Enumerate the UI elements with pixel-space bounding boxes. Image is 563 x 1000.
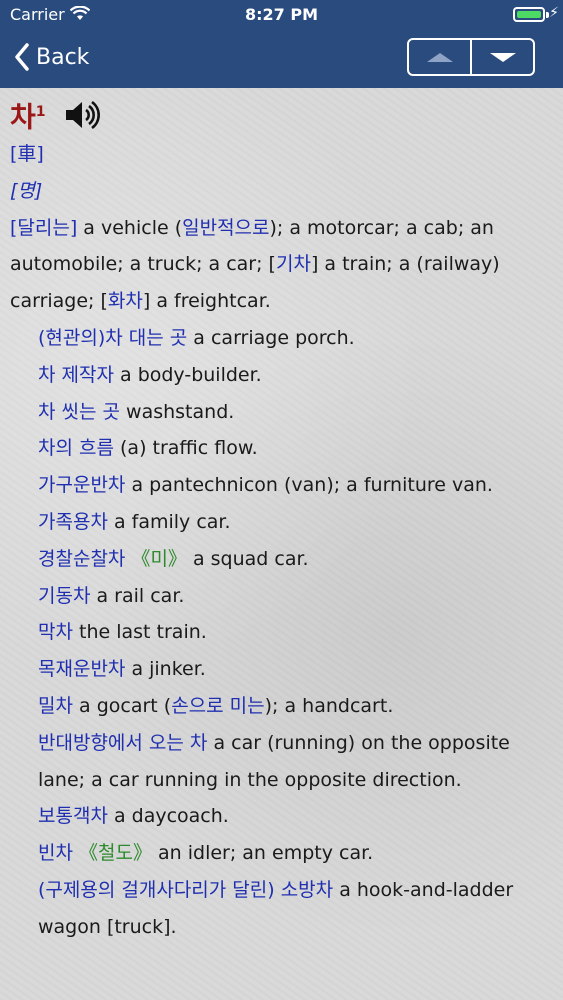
top-bar: Carrier 8:27 PM ⚡ Back <box>0 0 563 88</box>
example-item: (구제용의 걸개사다리가 달린) 소방차 a hook-and-ladder w… <box>0 872 563 946</box>
example-item: 목재운반차 a jinker. <box>0 651 563 688</box>
example-item: 가구운반차 a pantechnicon (van); a furniture … <box>0 467 563 504</box>
example-korean[interactable]: 보통객차 <box>38 805 108 827</box>
example-item: 밀차 a gocart (손으로 미는); a handcart. <box>0 688 563 725</box>
headword-row: 차1 <box>0 94 563 136</box>
definition-link[interactable]: [달리는] <box>10 217 77 239</box>
example-english: a pantechnicon (van); a furniture van. <box>125 474 493 497</box>
back-button[interactable]: Back <box>14 40 89 74</box>
example-english: an idler; an empty car. <box>151 842 374 865</box>
example-item: 기동차 a rail car. <box>0 578 563 615</box>
entry-navigation <box>407 38 535 76</box>
speaker-icon[interactable] <box>64 100 100 130</box>
usage-tag: 《미》 <box>125 547 187 570</box>
example-item: 차 제작자 a body-builder. <box>0 357 563 394</box>
app: Carrier 8:27 PM ⚡ Back 차1 [車] [명] [달리는] … <box>0 0 563 1000</box>
example-korean[interactable]: 차 씻는 곳 <box>38 401 120 423</box>
part-of-speech: [명] <box>10 179 43 202</box>
definition: [달리는] a vehicle (일반적으로); a motorcar; a c… <box>10 216 500 313</box>
hanja[interactable]: [車] <box>0 136 563 173</box>
example-item: 가족용차 a family car. <box>0 504 563 541</box>
example-list: (현관의)차 대는 곳 a carriage porch. 차 제작자 a bo… <box>0 320 563 946</box>
example-english: a rail car. <box>90 584 185 607</box>
example-korean[interactable]: 반대방향에서 오는 차 <box>38 732 207 754</box>
example-korean[interactable]: 차의 흐름 <box>38 437 114 459</box>
example-item: 보통객차 a daycoach. <box>0 798 563 835</box>
previous-entry-button[interactable] <box>409 40 470 74</box>
example-item: 막차 the last train. <box>0 614 563 651</box>
definition-link[interactable]: 기차 <box>276 253 311 275</box>
example-korean[interactable]: 빈차 <box>38 842 73 864</box>
example-english: the last train. <box>72 621 207 644</box>
example-korean[interactable]: 경찰순찰차 <box>38 548 125 570</box>
charging-icon: ⚡ <box>549 5 559 21</box>
example-korean[interactable]: 기동차 <box>38 585 90 607</box>
triangle-up-icon <box>426 52 453 62</box>
example-english: a carriage porch. <box>187 326 355 349</box>
example-item: 차의 흐름 (a) traffic flow. <box>0 430 563 467</box>
example-english: a gocart ( <box>72 694 172 717</box>
chevron-left-icon <box>15 43 29 71</box>
example-item: 경찰순찰차 《미》 a squad car. <box>0 541 563 578</box>
example-item: 빈차 《철도》 an idler; an empty car. <box>0 835 563 872</box>
next-entry-button[interactable] <box>470 40 533 74</box>
example-english: a squad car. <box>186 547 309 570</box>
example-korean[interactable]: (현관의)차 대는 곳 <box>38 327 187 349</box>
example-korean[interactable]: 손으로 미는 <box>171 695 264 717</box>
example-korean[interactable]: 차 제작자 <box>38 364 114 386</box>
status-bar: Carrier 8:27 PM ⚡ <box>0 0 563 30</box>
example-english: a daycoach. <box>107 805 229 828</box>
example-korean[interactable]: 목재운반차 <box>38 658 125 680</box>
example-item: 차 씻는 곳 washstand. <box>0 394 563 431</box>
clock: 8:27 PM <box>244 5 318 24</box>
example-english: a jinker. <box>125 658 206 681</box>
headword: 차1 <box>10 100 46 134</box>
back-label: Back <box>36 44 90 70</box>
definition-link[interactable]: 일반적으로 <box>182 217 269 239</box>
example-english: a body-builder. <box>113 363 262 386</box>
example-english: a family car. <box>107 510 231 533</box>
example-english: ); a handcart. <box>264 694 394 717</box>
example-item: (현관의)차 대는 곳 a carriage porch. <box>0 320 563 357</box>
example-korean[interactable]: 막차 <box>38 621 73 643</box>
example-english: (a) traffic flow. <box>113 437 258 460</box>
example-english: washstand. <box>120 400 235 423</box>
usage-tag: 《철도》 <box>72 842 152 865</box>
battery-icon <box>513 7 549 22</box>
entry-content: 차1 [車] [명] [달리는] a vehicle (일반적으로); a mo… <box>0 88 563 1000</box>
example-korean[interactable]: 가구운반차 <box>38 474 125 496</box>
triangle-down-icon <box>489 52 516 62</box>
example-korean[interactable]: 밀차 <box>38 695 73 717</box>
example-korean[interactable]: 가족용차 <box>38 511 108 533</box>
example-item: 반대방향에서 오는 차 a car (running) on the oppos… <box>0 725 563 799</box>
example-korean[interactable]: (구제용의 걸개사다리가 달린) 소방차 <box>38 879 333 901</box>
definition-link[interactable]: 화차 <box>108 290 143 312</box>
